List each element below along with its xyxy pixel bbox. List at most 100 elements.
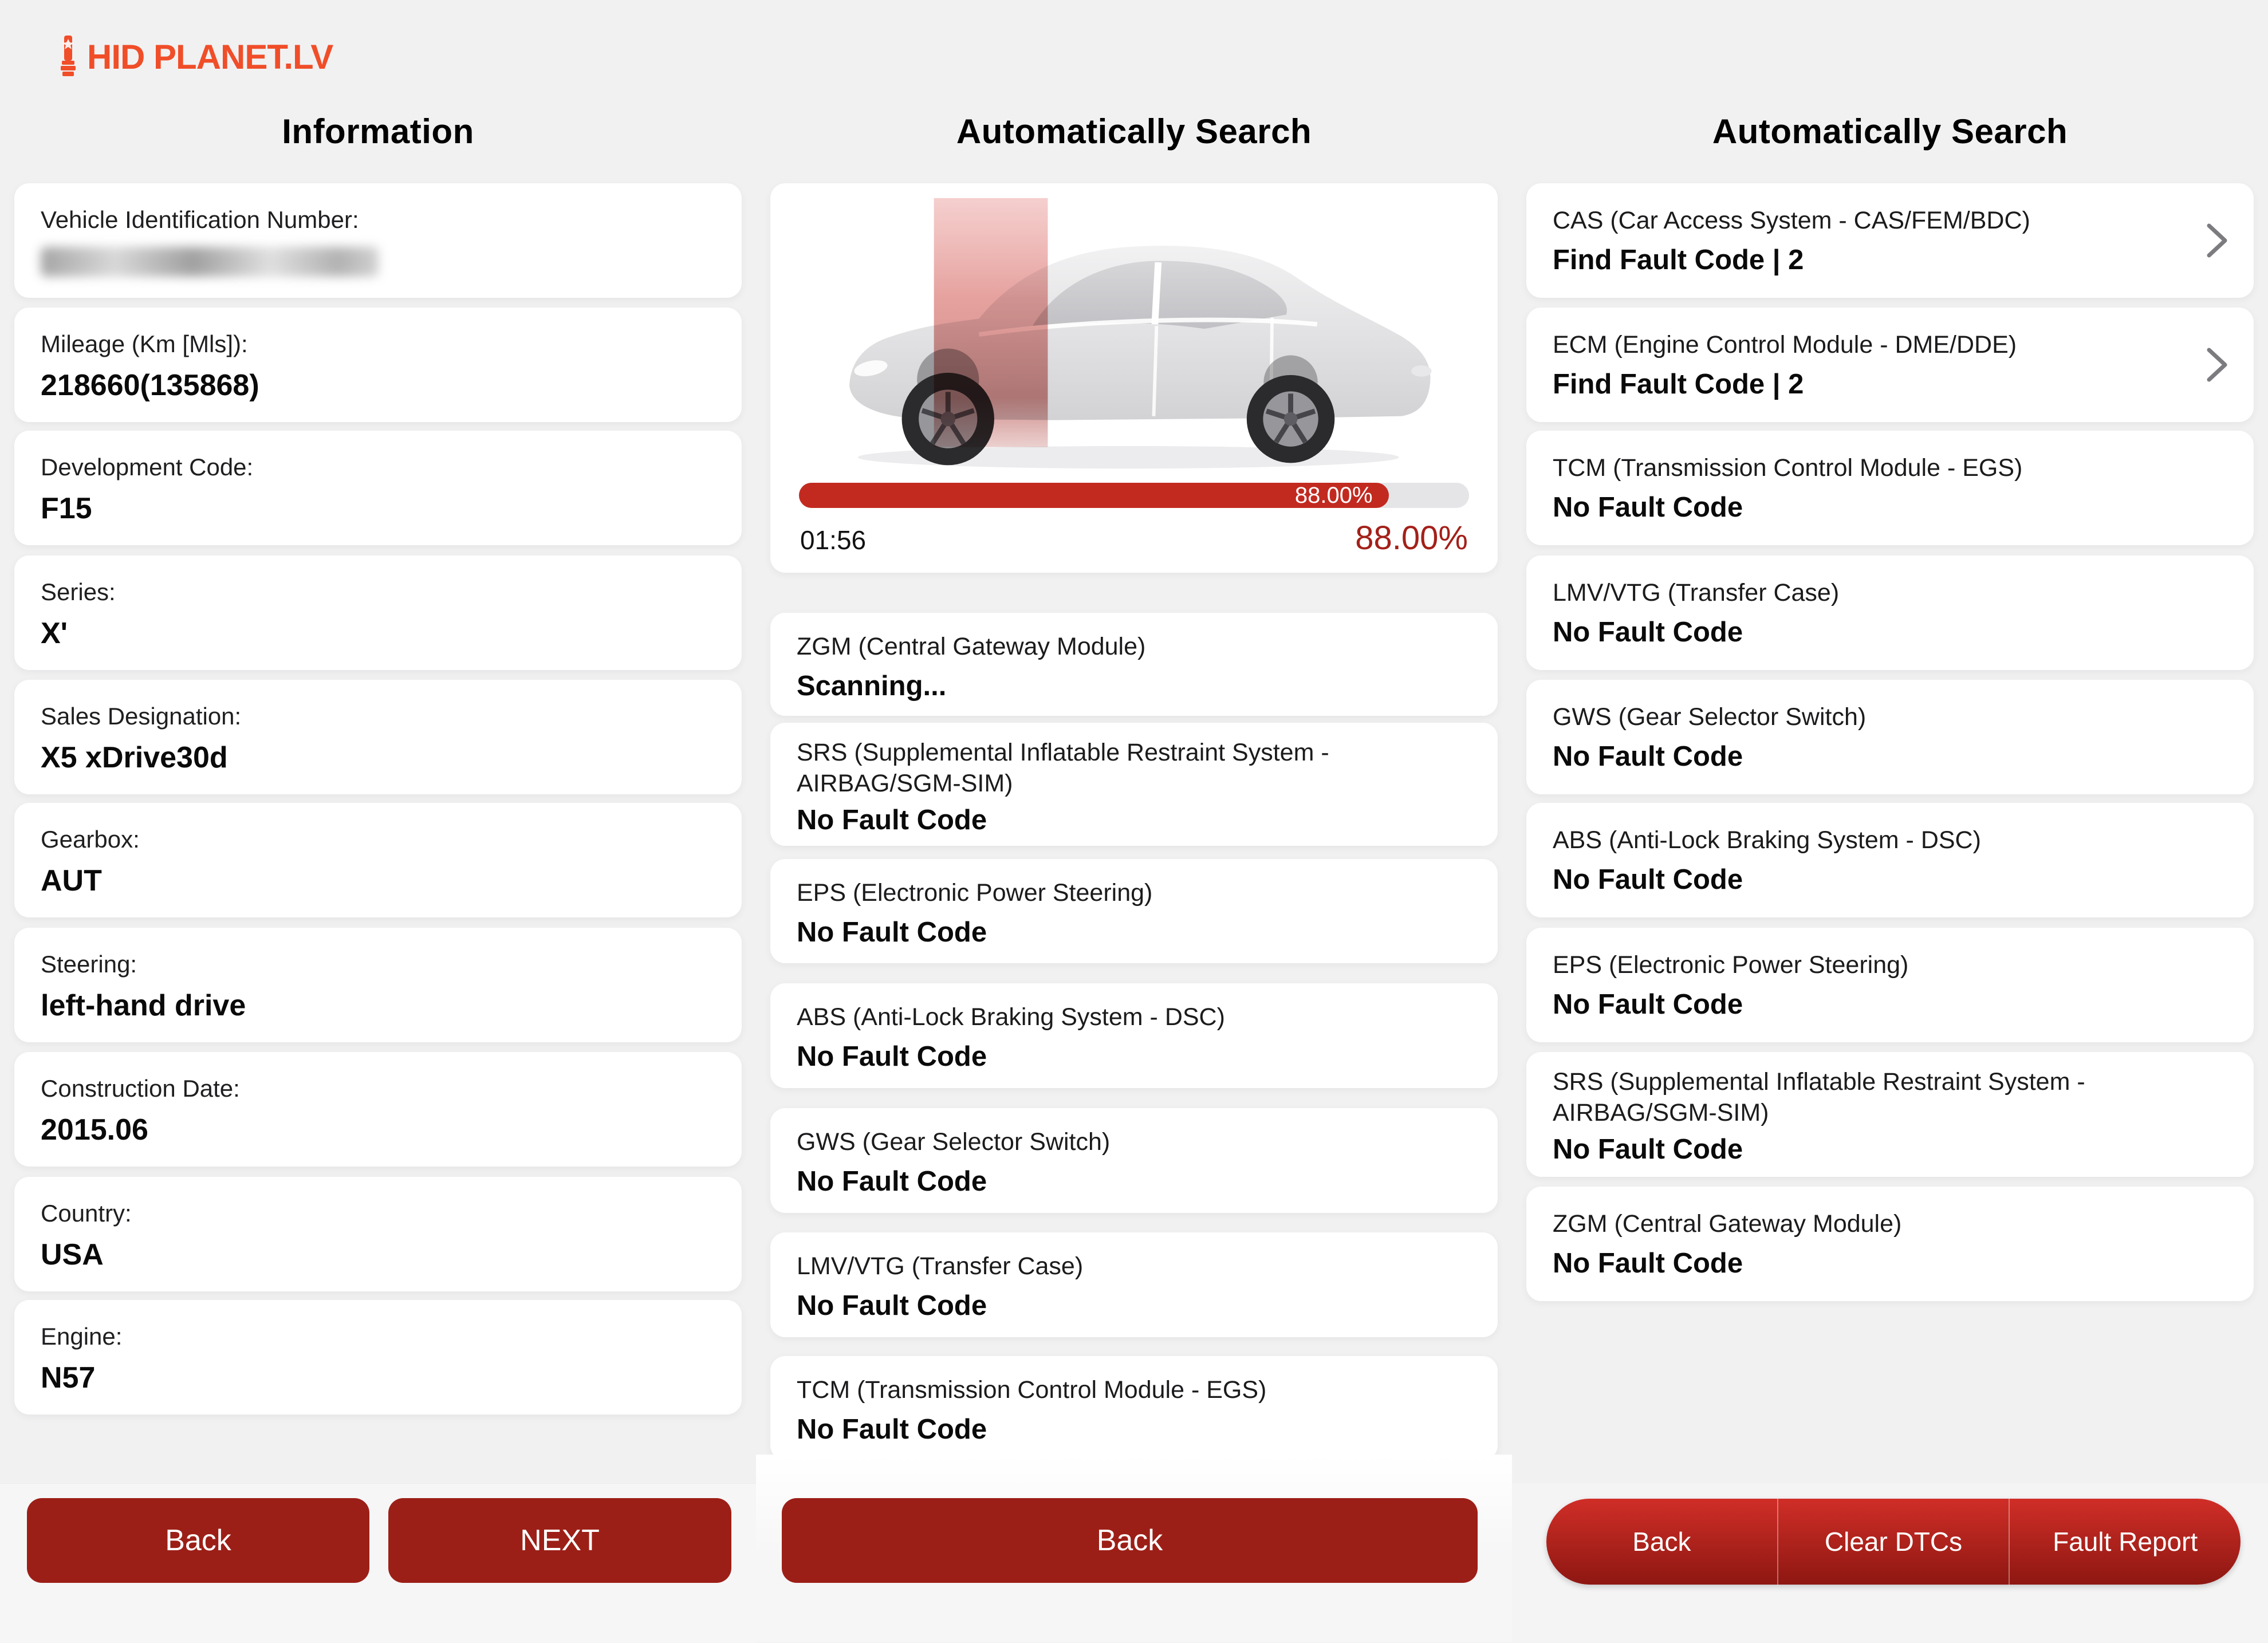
module-status: No Fault Code — [797, 1291, 1471, 1322]
module-name: SRS (Supplemental Inflatable Restraint S… — [1553, 1067, 2227, 1129]
module-status: No Fault Code — [797, 1042, 1471, 1073]
module-name: ZGM (Central Gateway Module) — [797, 631, 1471, 663]
field-value: X' — [41, 617, 715, 650]
scan-percent: 88.00% — [1355, 519, 1468, 557]
module-status: No Fault Code — [797, 1415, 1471, 1445]
field-value: N57 — [41, 1361, 715, 1394]
info-card-country: Country: USA — [14, 1177, 742, 1291]
result-row-zgm: ZGM (Central Gateway Module) No Fault Co… — [1526, 1187, 2254, 1301]
module-status: No Fault Code — [797, 805, 1471, 836]
module-name: ABS (Anti-Lock Braking System - DSC) — [1553, 825, 2227, 857]
result-row-eps: EPS (Electronic Power Steering) No Fault… — [1526, 928, 2254, 1042]
field-value: left-hand drive — [41, 989, 715, 1022]
panel-auto-search-scanning: Automatically Search — [756, 0, 1512, 1642]
module-row-eps: EPS (Electronic Power Steering) No Fault… — [770, 859, 1498, 963]
field-label: Construction Date: — [41, 1074, 715, 1103]
field-label: Sales Designation: — [41, 702, 715, 731]
info-card-series: Series: X' — [14, 555, 742, 670]
module-status: Find Fault Code | 2 — [1553, 245, 2227, 276]
field-label: Vehicle Identification Number: — [41, 205, 715, 234]
elapsed-time: 01:56 — [800, 525, 866, 555]
module-name: GWS (Gear Selector Switch) — [797, 1126, 1471, 1159]
module-status: Find Fault Code | 2 — [1553, 369, 2227, 400]
page-title: Automatically Search — [756, 112, 1512, 151]
result-row-cas[interactable]: CAS (Car Access System - CAS/FEM/BDC) Fi… — [1526, 183, 2254, 298]
logo-text: HID PLANET.LV — [87, 37, 333, 77]
progress-fill: 88.00% — [799, 483, 1389, 508]
module-status: No Fault Code — [797, 1167, 1471, 1197]
action-button-group: Back Clear DTCs Fault Report — [1546, 1499, 2241, 1585]
module-status: No Fault Code — [1553, 1248, 2227, 1279]
module-status: No Fault Code — [1553, 990, 2227, 1021]
module-name: ABS (Anti-Lock Braking System - DSC) — [797, 1002, 1471, 1034]
field-label: Steering: — [41, 949, 715, 979]
info-card-development-code: Development Code: F15 — [14, 431, 742, 545]
info-card-mileage: Mileage (Km [Mls]): 218660(135868) — [14, 308, 742, 422]
module-status: Scanning... — [797, 671, 1471, 702]
page-title: Information — [0, 112, 756, 151]
module-name: LMV/VTG (Transfer Case) — [797, 1251, 1471, 1283]
next-button[interactable]: NEXT — [388, 1498, 731, 1583]
module-name: ECM (Engine Control Module - DME/DDE) — [1553, 329, 2227, 361]
field-value: USA — [41, 1238, 715, 1271]
info-card-steering: Steering: left-hand drive — [14, 928, 742, 1042]
back-button[interactable]: Back — [782, 1498, 1478, 1583]
fault-report-button[interactable]: Fault Report — [2009, 1499, 2241, 1585]
rear-wheel — [1247, 375, 1335, 463]
progress-bar-label: 88.00% — [1295, 483, 1373, 509]
module-row-lmv-vtg: LMV/VTG (Transfer Case) No Fault Code — [770, 1232, 1498, 1337]
field-label: Country: — [41, 1199, 715, 1228]
field-label: Gearbox: — [41, 825, 715, 854]
xenon-bulb-icon — [55, 33, 81, 81]
result-row-abs: ABS (Anti-Lock Braking System - DSC) No … — [1526, 803, 2254, 917]
field-value: 218660(135868) — [41, 369, 715, 402]
result-row-ecm[interactable]: ECM (Engine Control Module - DME/DDE) Fi… — [1526, 308, 2254, 422]
field-value: F15 — [41, 492, 715, 525]
field-value: AUT — [41, 864, 715, 897]
module-row-gws: GWS (Gear Selector Switch) No Fault Code — [770, 1108, 1498, 1213]
info-card-vin: Vehicle Identification Number: — [14, 183, 742, 298]
clear-dtcs-button[interactable]: Clear DTCs — [1777, 1499, 2009, 1585]
module-name: SRS (Supplemental Inflatable Restraint S… — [797, 738, 1471, 799]
field-label: Engine: — [41, 1322, 715, 1351]
module-status: No Fault Code — [1553, 865, 2227, 896]
module-status: No Fault Code — [1553, 617, 2227, 648]
page-title: Automatically Search — [1512, 112, 2268, 151]
back-button[interactable]: Back — [27, 1498, 369, 1583]
module-row-abs: ABS (Anti-Lock Braking System - DSC) No … — [770, 983, 1498, 1088]
result-row-lmv-vtg: LMV/VTG (Transfer Case) No Fault Code — [1526, 555, 2254, 670]
info-card-engine: Engine: N57 — [14, 1300, 742, 1415]
module-status: No Fault Code — [797, 917, 1471, 948]
info-card-construction-date: Construction Date: 2015.06 — [14, 1052, 742, 1167]
chevron-right-icon — [2204, 345, 2230, 384]
panel-auto-search-results: Automatically Search CAS (Car Access Sys… — [1512, 0, 2268, 1642]
module-status: No Fault Code — [1553, 1134, 2227, 1165]
info-card-sales-designation: Sales Designation: X5 xDrive30d — [14, 680, 742, 794]
result-row-gws: GWS (Gear Selector Switch) No Fault Code — [1526, 680, 2254, 794]
car-scan-image — [805, 194, 1463, 475]
scan-progress-track: 88.00% — [799, 483, 1469, 508]
vin-redacted-value — [41, 247, 379, 277]
module-row-tcm: TCM (Transmission Control Module - EGS) … — [770, 1356, 1498, 1460]
module-status: No Fault Code — [1553, 742, 2227, 773]
result-row-srs: SRS (Supplemental Inflatable Restraint S… — [1526, 1052, 2254, 1177]
field-label: Development Code: — [41, 452, 715, 482]
chevron-right-icon — [2204, 221, 2230, 260]
field-value: X5 xDrive30d — [41, 741, 715, 774]
module-name: EPS (Electronic Power Steering) — [1553, 949, 2227, 982]
module-name: CAS (Car Access System - CAS/FEM/BDC) — [1553, 205, 2227, 237]
module-name: ZGM (Central Gateway Module) — [1553, 1208, 2227, 1240]
module-name: TCM (Transmission Control Module - EGS) — [797, 1374, 1471, 1406]
field-label: Mileage (Km [Mls]): — [41, 329, 715, 358]
info-card-gearbox: Gearbox: AUT — [14, 803, 742, 917]
field-label: Series: — [41, 577, 715, 606]
module-name: GWS (Gear Selector Switch) — [1553, 702, 2227, 734]
module-name: EPS (Electronic Power Steering) — [797, 877, 1471, 909]
module-status: No Fault Code — [1553, 492, 2227, 523]
scan-beam-overlay — [934, 198, 1048, 447]
module-name: TCM (Transmission Control Module - EGS) — [1553, 452, 2227, 484]
back-button[interactable]: Back — [1546, 1499, 1777, 1585]
result-row-tcm: TCM (Transmission Control Module - EGS) … — [1526, 431, 2254, 545]
module-row-srs: SRS (Supplemental Inflatable Restraint S… — [770, 723, 1498, 846]
field-value: 2015.06 — [41, 1113, 715, 1146]
